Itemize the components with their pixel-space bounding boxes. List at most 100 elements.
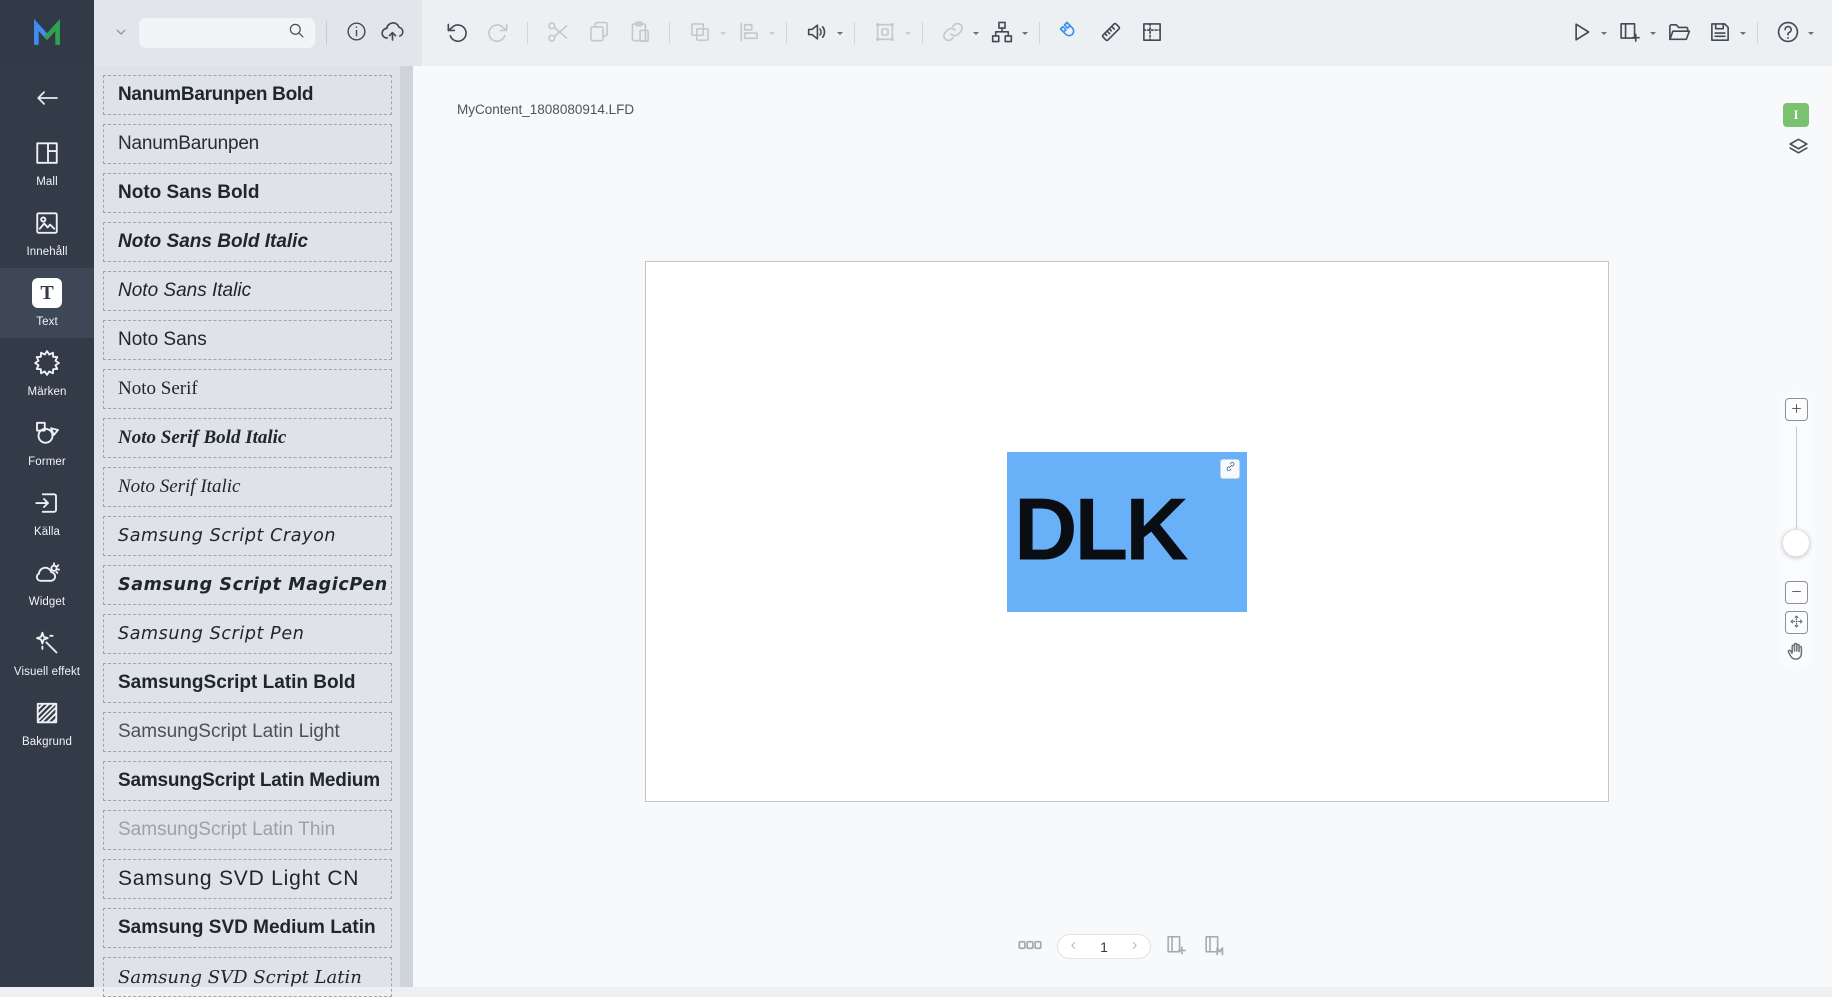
- toolbar-divider: [1757, 22, 1758, 44]
- sitemap-dropdown-arrow[interactable]: [1022, 32, 1028, 38]
- group-dropdown-arrow[interactable]: [720, 32, 726, 38]
- transition-dropdown-arrow[interactable]: [905, 32, 911, 38]
- font-item[interactable]: Samsung SVD Script Latin: [103, 957, 392, 997]
- sidebar-item-bakgrund[interactable]: Bakgrund: [0, 688, 94, 758]
- cut-button[interactable]: [544, 20, 571, 47]
- add-page-button[interactable]: [1164, 933, 1189, 961]
- back-button[interactable]: [32, 86, 62, 112]
- plus-icon: [1788, 400, 1805, 420]
- zoom-out-button[interactable]: [1785, 581, 1808, 604]
- sitemap-button[interactable]: [988, 20, 1015, 47]
- text-object-link-badge[interactable]: [1220, 459, 1240, 479]
- ruler-button[interactable]: [1097, 20, 1124, 47]
- upload-button[interactable]: [378, 19, 406, 47]
- text-object-content: DLK: [1014, 485, 1186, 573]
- pan-tool-button[interactable]: [1783, 639, 1809, 665]
- sidebar-item-label: Märken: [28, 386, 67, 398]
- preview-dropdown-arrow[interactable]: [1601, 32, 1607, 38]
- font-item[interactable]: SamsungScript Latin Medium: [103, 761, 392, 801]
- undo-button[interactable]: [443, 20, 470, 47]
- canvas-page[interactable]: DLK: [645, 261, 1609, 802]
- sidebar-item-text[interactable]: TText: [0, 268, 94, 338]
- align-button[interactable]: [735, 20, 762, 47]
- panel-collapse-button[interactable]: [110, 22, 132, 44]
- add-master-page-button[interactable]: [1202, 933, 1227, 961]
- sidebar-item-k-lla[interactable]: Källa: [0, 478, 94, 548]
- audio-dropdown-arrow[interactable]: [837, 32, 843, 38]
- fit-icon: [1788, 613, 1805, 633]
- new-page-dropdown-arrow[interactable]: [1650, 32, 1656, 38]
- zoom-in-button[interactable]: [1785, 398, 1808, 421]
- shapes-icon: [32, 418, 62, 448]
- sidebar-item-m-rken[interactable]: Märken: [0, 338, 94, 408]
- paste-icon: [627, 19, 653, 48]
- zoom-slider[interactable]: [1782, 427, 1810, 577]
- sidebar-item-label: Widget: [29, 596, 65, 608]
- sidebar-item-former[interactable]: Former: [0, 408, 94, 478]
- font-panel-scrollbar[interactable]: [400, 66, 413, 987]
- font-item[interactable]: Samsung SVD Medium Latin: [103, 908, 392, 948]
- open-button[interactable]: [1665, 20, 1692, 47]
- toolbar-divider: [786, 22, 787, 44]
- save-button[interactable]: [1706, 20, 1733, 47]
- app-logo[interactable]: [0, 0, 94, 66]
- link-button[interactable]: [939, 20, 966, 47]
- info-button[interactable]: [342, 19, 370, 47]
- font-item[interactable]: SamsungScript Latin Thin: [103, 810, 392, 850]
- text-object[interactable]: DLK: [1007, 452, 1247, 612]
- sidebar-item-widget[interactable]: Widget: [0, 548, 94, 618]
- save-dropdown-arrow[interactable]: [1740, 32, 1746, 38]
- font-item[interactable]: SamsungScript Latin Light: [103, 712, 392, 752]
- layers-button[interactable]: [1785, 133, 1812, 162]
- page-overview-button[interactable]: [1016, 931, 1044, 962]
- zoom-slider-thumb[interactable]: [1782, 529, 1810, 557]
- transition-icon: [872, 19, 898, 48]
- font-item[interactable]: Noto Serif Italic: [103, 467, 392, 507]
- fit-to-screen-button[interactable]: [1785, 611, 1808, 634]
- font-item[interactable]: SamsungScript Latin Bold: [103, 663, 392, 703]
- grid-guides-button[interactable]: [1138, 20, 1165, 47]
- font-item[interactable]: Noto Serif Bold Italic: [103, 418, 392, 458]
- audio-button[interactable]: [803, 20, 830, 47]
- search-input[interactable]: [148, 25, 287, 42]
- topbar-left-segment: [94, 0, 422, 66]
- font-item[interactable]: Noto Sans: [103, 320, 392, 360]
- redo-button[interactable]: [484, 20, 511, 47]
- sitemap-icon: [989, 19, 1015, 48]
- sidebar-item-label: Innehåll: [26, 246, 67, 258]
- group-button[interactable]: [686, 20, 713, 47]
- badge-icon: [32, 348, 62, 378]
- sidebar-item-visuell-effekt[interactable]: Visuell effekt: [0, 618, 94, 688]
- chevron-down-icon: [111, 22, 131, 45]
- search-icon[interactable]: [287, 21, 306, 45]
- copy-button[interactable]: [585, 20, 612, 47]
- help-button[interactable]: [1774, 20, 1801, 47]
- font-item[interactable]: Noto Sans Bold: [103, 173, 392, 213]
- font-item[interactable]: Samsung Script Pen: [103, 614, 392, 654]
- sidebar-item-label: Former: [28, 456, 66, 468]
- sidebar-item-inneh-ll[interactable]: Innehåll: [0, 198, 94, 268]
- font-item[interactable]: Noto Sans Bold Italic: [103, 222, 392, 262]
- transition-button[interactable]: [871, 20, 898, 47]
- font-item[interactable]: NanumBarunpen: [103, 124, 392, 164]
- font-item[interactable]: Samsung Script Crayon: [103, 516, 392, 556]
- align-icon: [736, 19, 762, 48]
- magnet-button[interactable]: [1056, 20, 1083, 47]
- paste-button[interactable]: [626, 20, 653, 47]
- link-dropdown-arrow[interactable]: [973, 32, 979, 38]
- align-dropdown-arrow[interactable]: [769, 32, 775, 38]
- next-page-button[interactable]: [1128, 939, 1141, 955]
- font-item[interactable]: Noto Sans Italic: [103, 271, 392, 311]
- font-item[interactable]: Samsung Script MagicPen: [103, 565, 392, 605]
- info-status-badge[interactable]: I: [1783, 103, 1809, 127]
- add-page-icon: [1164, 933, 1189, 961]
- sidebar-item-mall[interactable]: Mall: [0, 128, 94, 198]
- divider: [326, 21, 327, 45]
- font-item[interactable]: Noto Serif: [103, 369, 392, 409]
- preview-button[interactable]: [1567, 20, 1594, 47]
- font-item[interactable]: Samsung SVD Light CN: [103, 859, 392, 899]
- new-page-button[interactable]: [1616, 20, 1643, 47]
- help-dropdown-arrow[interactable]: [1808, 32, 1814, 38]
- previous-page-button[interactable]: [1067, 939, 1080, 955]
- font-item[interactable]: NanumBarunpen Bold: [103, 75, 392, 115]
